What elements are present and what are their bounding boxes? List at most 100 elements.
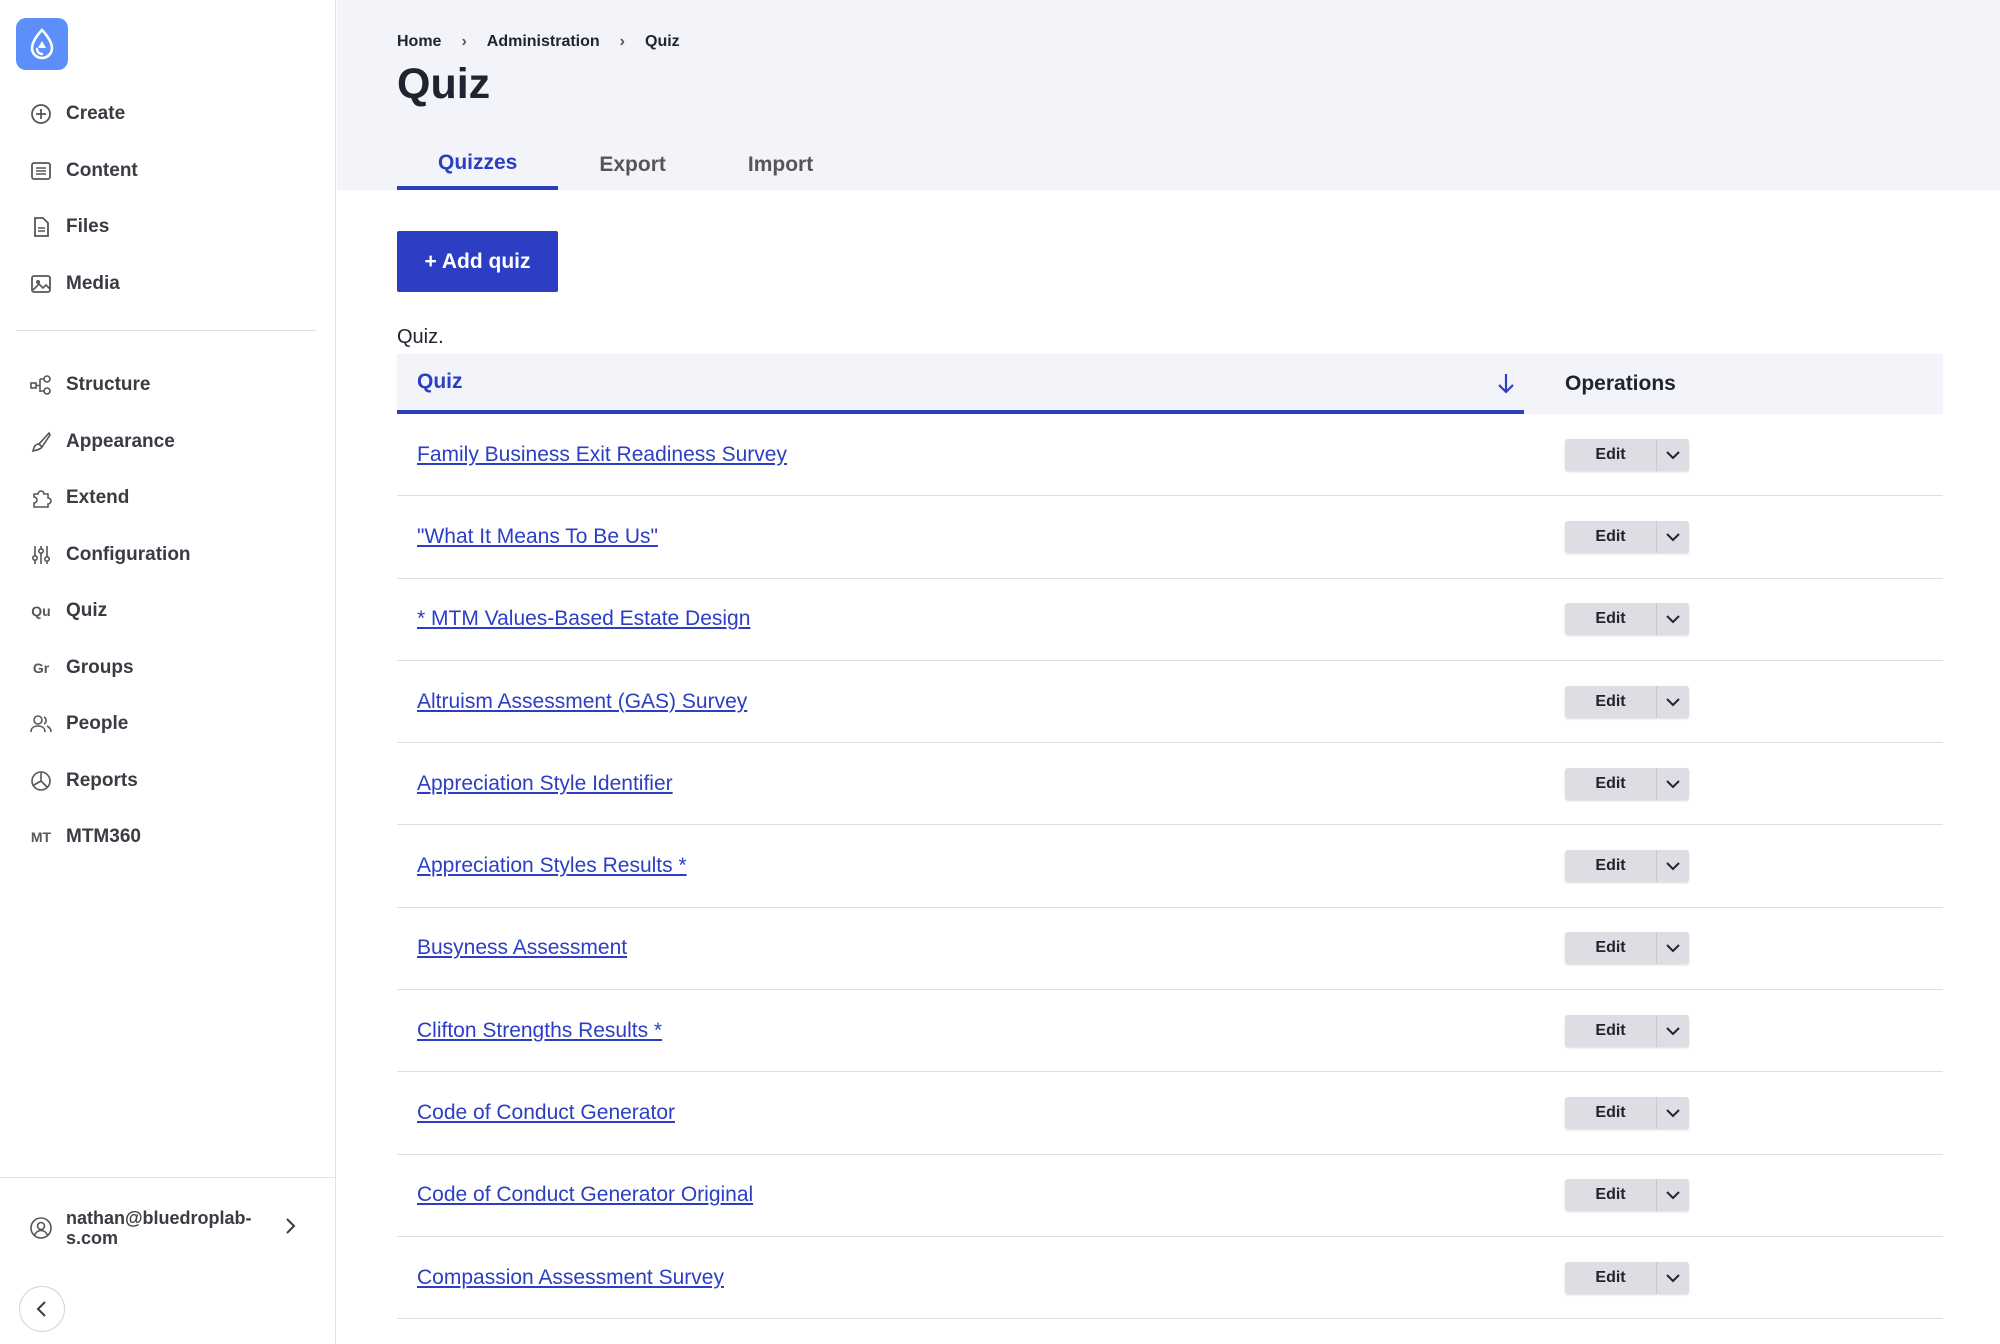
operations-dropbutton: Edit xyxy=(1565,1261,1689,1294)
operations-toggle[interactable] xyxy=(1657,1261,1689,1294)
operations-toggle[interactable] xyxy=(1657,685,1689,718)
sidebar-collapse-button[interactable] xyxy=(19,1286,65,1332)
sidebar-item-mtm360[interactable]: MT MTM360 xyxy=(16,809,316,866)
operations-toggle[interactable] xyxy=(1657,1014,1689,1047)
groups-initials-icon: Gr xyxy=(32,659,50,676)
sidebar-item-label: Media xyxy=(66,272,120,294)
sidebar-item-structure[interactable]: Structure xyxy=(16,357,316,414)
sidebar-item-configuration[interactable]: Configuration xyxy=(16,527,316,584)
edit-button[interactable]: Edit xyxy=(1565,438,1657,471)
sidebar-item-label: Appearance xyxy=(66,430,175,452)
sidebar-item-create[interactable]: Create xyxy=(16,86,316,143)
file-icon xyxy=(28,214,54,240)
sidebar-item-appearance[interactable]: Appearance xyxy=(16,414,316,471)
breadcrumb-separator-icon: › xyxy=(619,33,625,50)
tab-export[interactable]: Export xyxy=(558,140,707,190)
user-menu[interactable]: nathan@bluedroplab-s.com xyxy=(0,1177,336,1277)
sidebar-item-people[interactable]: People xyxy=(16,696,316,753)
breadcrumb-administration[interactable]: Administration xyxy=(487,33,600,51)
breadcrumb-home[interactable]: Home xyxy=(397,33,441,51)
quiz-title-link[interactable]: Clifton Strengths Results * xyxy=(417,1019,662,1042)
edit-button[interactable]: Edit xyxy=(1565,767,1657,800)
sidebar-item-label: Reports xyxy=(66,769,138,791)
operations-toggle[interactable] xyxy=(1657,1179,1689,1212)
quiz-title-link[interactable]: "What It Means To Be Us" xyxy=(417,525,658,548)
operations-toggle[interactable] xyxy=(1657,850,1689,883)
chevron-down-icon xyxy=(1666,450,1680,460)
table-row: Busyness Assessment Edit xyxy=(397,908,1943,991)
page-title: Quiz xyxy=(397,60,491,108)
table-caption: Quiz. xyxy=(397,326,444,348)
sidebar-item-label: Content xyxy=(66,159,138,181)
edit-button[interactable]: Edit xyxy=(1565,1261,1657,1294)
operations-dropbutton: Edit xyxy=(1565,1179,1689,1212)
sidebar-item-reports[interactable]: Reports xyxy=(16,753,316,810)
people-icon xyxy=(28,711,54,737)
tab-import[interactable]: Import xyxy=(707,140,854,190)
sidebar-item-label: Groups xyxy=(66,656,134,678)
column-header-label: Quiz xyxy=(417,370,463,393)
chevron-down-icon xyxy=(1666,1273,1680,1283)
column-header-quiz[interactable]: Quiz xyxy=(397,354,1524,414)
operations-toggle[interactable] xyxy=(1657,932,1689,965)
tab-quizzes[interactable]: Quizzes xyxy=(397,140,559,190)
quiz-title-link[interactable]: * MTM Values-Based Estate Design xyxy=(417,607,750,630)
table-row: Compassion Assessment Survey Edit xyxy=(397,1237,1943,1320)
chevron-down-icon xyxy=(1666,1109,1680,1118)
add-quiz-button[interactable]: + Add quiz xyxy=(397,231,558,292)
sidebar-item-files[interactable]: Files xyxy=(16,199,316,256)
structure-icon xyxy=(28,372,54,398)
operations-toggle[interactable] xyxy=(1657,438,1689,471)
operations-toggle[interactable] xyxy=(1657,767,1689,800)
operations-dropbutton: Edit xyxy=(1565,767,1689,800)
edit-button[interactable]: Edit xyxy=(1565,1014,1657,1047)
quiz-table: Quiz Operations Family Business Exit Rea… xyxy=(397,354,1943,1320)
quiz-title-link[interactable]: Altruism Assessment (GAS) Survey xyxy=(417,690,747,713)
operations-toggle[interactable] xyxy=(1657,520,1689,553)
quiz-title-link[interactable]: Family Business Exit Readiness Survey xyxy=(417,443,787,466)
operations-dropbutton: Edit xyxy=(1565,1014,1689,1047)
user-email: nathan@bluedroplab-s.com xyxy=(66,1207,252,1248)
operations-toggle[interactable] xyxy=(1657,603,1689,636)
edit-button[interactable]: Edit xyxy=(1565,520,1657,553)
table-header: Quiz Operations xyxy=(397,354,1943,414)
quiz-title-link[interactable]: Code of Conduct Generator xyxy=(417,1101,675,1124)
sidebar-item-extend[interactable]: Extend xyxy=(16,470,316,527)
breadcrumb: Home › Administration › Quiz xyxy=(397,33,680,51)
sidebar-item-media[interactable]: Media xyxy=(16,256,316,313)
edit-button[interactable]: Edit xyxy=(1565,932,1657,965)
edit-button[interactable]: Edit xyxy=(1565,685,1657,718)
sidebar-divider xyxy=(16,330,316,331)
quiz-initials-icon: Qu xyxy=(31,603,51,620)
edit-button[interactable]: Edit xyxy=(1565,850,1657,883)
table-row: Appreciation Style Identifier Edit xyxy=(397,743,1943,826)
operations-dropbutton: Edit xyxy=(1565,438,1689,471)
operations-toggle[interactable] xyxy=(1657,1097,1689,1130)
quiz-title-link[interactable]: Code of Conduct Generator Original xyxy=(417,1183,753,1206)
sidebar-item-label: Extend xyxy=(66,487,130,509)
plus-circle-icon xyxy=(28,101,54,127)
sidebar-item-content[interactable]: Content xyxy=(16,143,316,200)
table-row: Code of Conduct Generator Original Edit xyxy=(397,1155,1943,1237)
brush-icon xyxy=(28,429,54,455)
sidebar-item-label: MTM360 xyxy=(66,826,141,848)
quiz-title-link[interactable]: Compassion Assessment Survey xyxy=(417,1266,724,1289)
breadcrumb-current: Quiz xyxy=(645,33,680,50)
edit-button[interactable]: Edit xyxy=(1565,603,1657,636)
drupal-logo[interactable] xyxy=(16,18,68,70)
edit-button[interactable]: Edit xyxy=(1565,1179,1657,1212)
table-row: Family Business Exit Readiness Survey Ed… xyxy=(397,414,1943,497)
column-header-operations: Operations xyxy=(1565,372,1676,395)
quiz-title-link[interactable]: Appreciation Styles Results * xyxy=(417,854,687,877)
edit-button[interactable]: Edit xyxy=(1565,1097,1657,1130)
image-icon xyxy=(28,271,54,297)
operations-dropbutton: Edit xyxy=(1565,603,1689,636)
table-row: Appreciation Styles Results * Edit xyxy=(397,825,1943,908)
sidebar-item-groups[interactable]: Gr Groups xyxy=(16,640,316,697)
operations-dropbutton: Edit xyxy=(1565,685,1689,718)
sidebar-item-label: Structure xyxy=(66,374,151,396)
quiz-title-link[interactable]: Appreciation Style Identifier xyxy=(417,772,673,795)
sidebar-item-quiz[interactable]: Qu Quiz xyxy=(16,583,316,640)
quiz-title-link[interactable]: Busyness Assessment xyxy=(417,936,627,959)
chevron-right-icon xyxy=(282,1216,298,1241)
